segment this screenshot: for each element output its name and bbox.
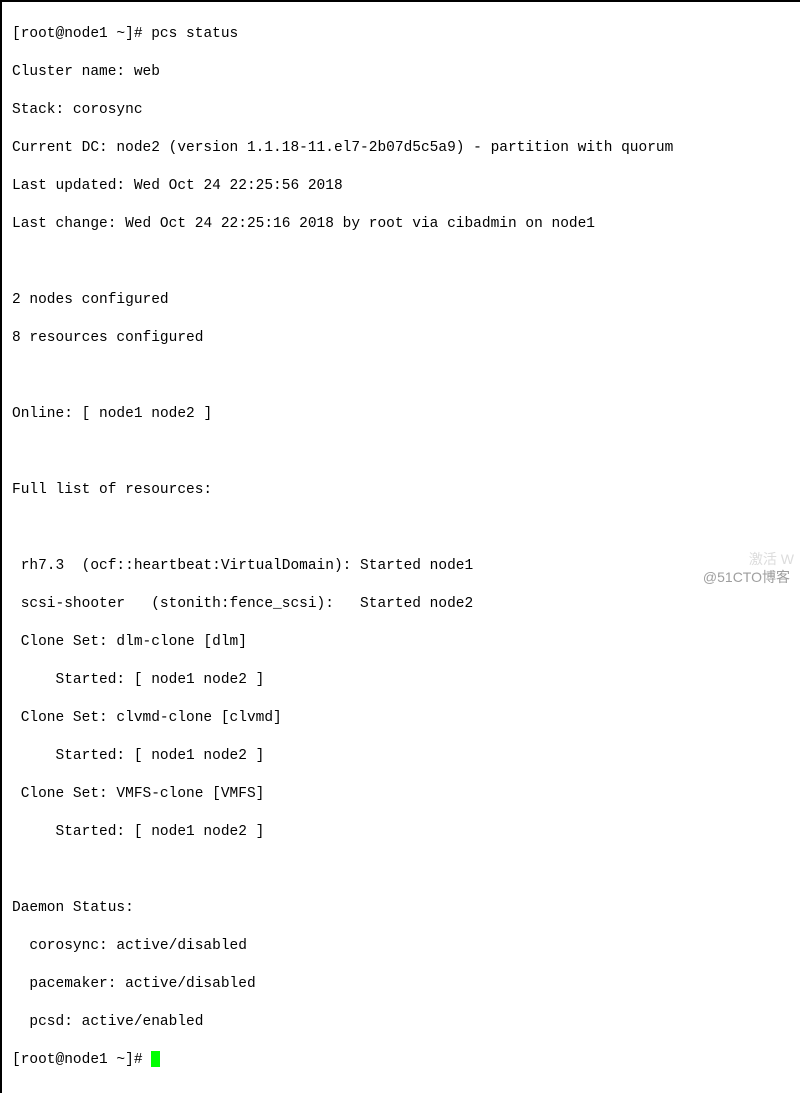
cluster-name-line: Cluster name: web — [12, 63, 794, 82]
last-change-value: Wed Oct 24 22:25:16 2018 by root via cib… — [125, 216, 595, 232]
blank-line — [12, 253, 794, 272]
resource-rh73: rh7.3 (ocf::heartbeat:VirtualDomain): St… — [12, 557, 794, 576]
cluster-name-label: Cluster name: — [12, 64, 134, 80]
resource-scsi-shooter: scsi-shooter (stonith:fence_scsi): Start… — [12, 595, 794, 614]
clone-set-vmfs-header: Clone Set: VMFS-clone [VMFS] — [12, 785, 794, 804]
online-value: [ node1 node2 ] — [82, 406, 213, 422]
prompt: [root@node1 ~]# — [12, 1052, 151, 1068]
background-text: 激活 W — [749, 550, 794, 569]
last-updated-value: Wed Oct 24 22:25:56 2018 — [134, 178, 343, 194]
cursor-icon — [151, 1051, 160, 1067]
clone-set-clvmd-started: Started: [ node1 node2 ] — [12, 747, 794, 766]
stack-value: corosync — [73, 102, 143, 118]
online-line: Online: [ node1 node2 ] — [12, 405, 794, 424]
stack-label: Stack: — [12, 102, 73, 118]
command-line: [root@node1 ~]# pcs status — [12, 25, 794, 44]
daemon-status-header: Daemon Status: — [12, 899, 794, 918]
daemon-corosync: corosync: active/disabled — [12, 937, 794, 956]
blank-line — [12, 861, 794, 880]
current-dc-line: Current DC: node2 (version 1.1.18-11.el7… — [12, 139, 794, 158]
clone-set-dlm-started: Started: [ node1 node2 ] — [12, 671, 794, 690]
last-change-label: Last change: — [12, 216, 125, 232]
clone-set-clvmd-header: Clone Set: clvmd-clone [clvmd] — [12, 709, 794, 728]
last-updated-label: Last updated: — [12, 178, 134, 194]
cluster-name-value: web — [134, 64, 160, 80]
full-list-header: Full list of resources: — [12, 481, 794, 500]
clone-set-dlm-header: Clone Set: dlm-clone [dlm] — [12, 633, 794, 652]
blank-line — [12, 519, 794, 538]
watermark-text: @51CTO博客 — [703, 568, 790, 587]
stack-line: Stack: corosync — [12, 101, 794, 120]
online-label: Online: — [12, 406, 82, 422]
clone-set-vmfs-started: Started: [ node1 node2 ] — [12, 823, 794, 842]
daemon-pacemaker: pacemaker: active/disabled — [12, 975, 794, 994]
prompt: [root@node1 ~]# — [12, 26, 151, 42]
blank-line — [12, 367, 794, 386]
current-dc-value: node2 (version 1.1.18-11.el7-2b07d5c5a9)… — [116, 140, 673, 156]
current-dc-label: Current DC: — [12, 140, 116, 156]
blank-line — [12, 443, 794, 462]
daemon-pcsd: pcsd: active/enabled — [12, 1013, 794, 1032]
nodes-configured-line: 2 nodes configured — [12, 291, 794, 310]
resources-configured-line: 8 resources configured — [12, 329, 794, 348]
terminal-output: [root@node1 ~]# pcs status Cluster name:… — [0, 0, 800, 1093]
command-text: pcs status — [151, 26, 238, 42]
last-updated-line: Last updated: Wed Oct 24 22:25:56 2018 — [12, 177, 794, 196]
prompt-line[interactable]: [root@node1 ~]# — [12, 1051, 794, 1070]
last-change-line: Last change: Wed Oct 24 22:25:16 2018 by… — [12, 215, 794, 234]
